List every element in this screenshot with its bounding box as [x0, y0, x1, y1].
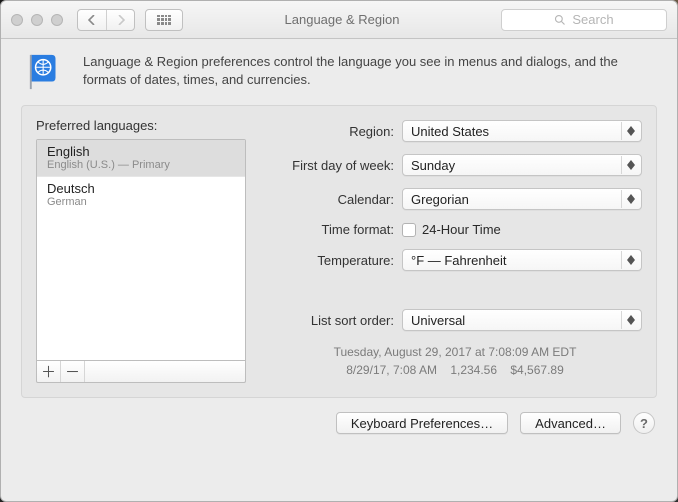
language-list[interactable]: English English (U.S.) — Primary Deutsch… — [36, 139, 246, 361]
search-placeholder: Search — [572, 12, 613, 27]
search-input[interactable]: Search — [501, 9, 667, 31]
close-icon[interactable] — [11, 14, 23, 26]
region-label: Region: — [268, 124, 394, 139]
language-name: English — [47, 144, 235, 159]
window: Language & Region Search Language & Regi… — [0, 0, 678, 502]
window-title: Language & Region — [193, 12, 491, 27]
advanced-button[interactable]: Advanced… — [520, 412, 621, 434]
format-example: Tuesday, August 29, 2017 at 7:08:09 AM E… — [268, 343, 642, 379]
chevron-updown-icon — [621, 156, 639, 174]
temperature-select[interactable]: °F — Fahrenheit — [402, 249, 642, 271]
list-controls: ＋ － — [36, 361, 246, 383]
temperature-label: Temperature: — [268, 253, 394, 268]
titlebar: Language & Region Search — [1, 1, 677, 39]
chevron-updown-icon — [621, 251, 639, 269]
24hour-label: 24-Hour Time — [422, 222, 501, 237]
help-button[interactable]: ? — [633, 412, 655, 434]
traffic-lights — [11, 14, 63, 26]
grid-icon — [157, 15, 171, 25]
listsort-value: Universal — [411, 313, 465, 328]
chevron-updown-icon — [621, 122, 639, 140]
list-item[interactable]: Deutsch German — [37, 176, 245, 213]
language-sub: German — [47, 196, 235, 208]
region-value: United States — [411, 124, 489, 139]
firstday-label: First day of week: — [268, 158, 394, 173]
forward-button[interactable] — [106, 10, 134, 30]
listsort-select[interactable]: Universal — [402, 309, 642, 331]
timeformat-label: Time format: — [268, 222, 394, 237]
description-text: Language & Region preferences control th… — [83, 53, 643, 91]
calendar-label: Calendar: — [268, 192, 394, 207]
nav-back-forward — [77, 9, 135, 31]
settings-form: Region: United States First day of week:… — [268, 118, 642, 383]
keyboard-preferences-button[interactable]: Keyboard Preferences… — [336, 412, 508, 434]
chevron-updown-icon — [621, 190, 639, 208]
language-sub: English (U.S.) — Primary — [47, 159, 235, 171]
minimize-icon[interactable] — [31, 14, 43, 26]
temperature-value: °F — Fahrenheit — [411, 253, 507, 268]
24hour-checkbox[interactable] — [402, 223, 416, 237]
chevron-updown-icon — [621, 311, 639, 329]
example-line-1: Tuesday, August 29, 2017 at 7:08:09 AM E… — [268, 343, 642, 361]
remove-button[interactable]: － — [61, 361, 85, 382]
preferred-languages-label: Preferred languages: — [36, 118, 246, 133]
firstday-value: Sunday — [411, 158, 455, 173]
language-name: Deutsch — [47, 181, 235, 196]
back-button[interactable] — [78, 10, 106, 30]
region-select[interactable]: United States — [402, 120, 642, 142]
description-row: Language & Region preferences control th… — [1, 39, 677, 105]
globe-flag-icon — [27, 53, 65, 91]
example-line-2: 8/29/17, 7:08 AM 1,234.56 $4,567.89 — [268, 361, 642, 379]
add-button[interactable]: ＋ — [37, 361, 61, 382]
list-item[interactable]: English English (U.S.) — Primary — [37, 140, 245, 176]
calendar-select[interactable]: Gregorian — [402, 188, 642, 210]
calendar-value: Gregorian — [411, 192, 469, 207]
show-all-button[interactable] — [145, 9, 183, 31]
settings-panel: Preferred languages: English English (U.… — [21, 105, 657, 398]
zoom-icon[interactable] — [51, 14, 63, 26]
listsort-label: List sort order: — [268, 313, 394, 328]
preferred-languages-section: Preferred languages: English English (U.… — [36, 118, 246, 383]
firstday-select[interactable]: Sunday — [402, 154, 642, 176]
search-icon — [554, 14, 566, 26]
bottom-bar: Keyboard Preferences… Advanced… ? — [1, 398, 677, 448]
